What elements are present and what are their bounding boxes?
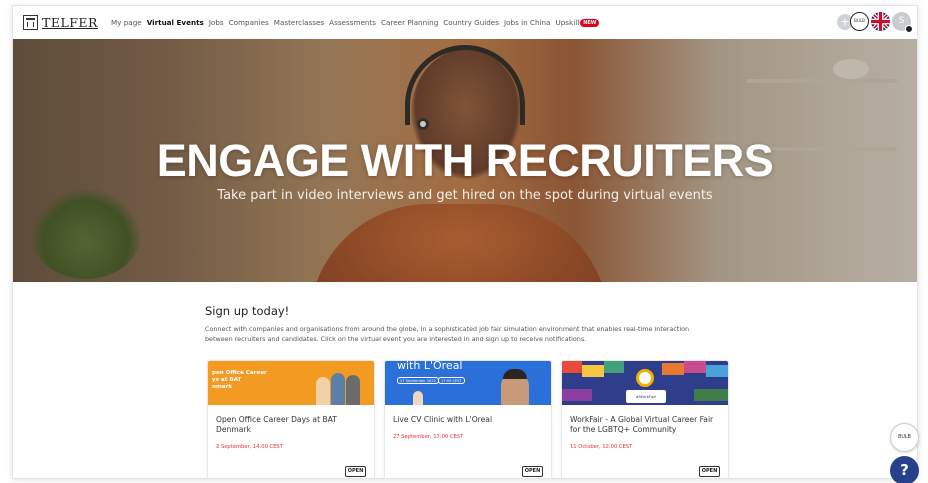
hero-title: ENGAGE WITH RECRUITERS [156,135,774,186]
event-date: 2 September, 14:00 CEST [216,444,283,450]
event-title[interactable]: Open Office Career Days at BAT Denmark [216,415,366,435]
decor-block [694,389,728,401]
main-menu: My page Virtual Events Jobs Companies Ma… [111,18,604,27]
signup-heading: Sign up today! [205,304,290,318]
new-badge: NEW [580,19,600,27]
event-title[interactable]: Live CV Clinic with L'Oreal [393,415,543,425]
hero-subtitle: Take part in video interviews and get hi… [217,188,713,203]
browser-frame: TELFER My page Virtual Events Jobs Compa… [12,5,918,479]
decor-block [684,361,706,373]
hero-banner: ENGAGE WITH RECRUITERS Take part in vide… [13,39,917,282]
open-button[interactable]: OPEN [522,466,543,477]
nav-item-jobs[interactable]: Jobs [209,18,224,27]
event-card[interactable]: with L'Oreal 27 September 2022 17:00 CES… [384,360,552,478]
event-time-chip: 17:00 CEST [438,377,465,384]
decor-block [662,363,684,375]
avatar-status-icon [905,25,913,33]
nav-item-jobs-in-china[interactable]: Jobs in China [504,18,550,27]
nav-item-companies[interactable]: Companies [229,18,269,27]
nav-item-upskill-label: Upskill [555,18,580,27]
logo-text: TELFER [42,15,98,30]
decor-block [562,389,592,401]
workfair-logo: #WorkFair [626,390,666,403]
event-card[interactable]: pen Office Career ys at BAT nmark Open O… [207,360,375,478]
bulb-button[interactable]: BULB [850,12,869,31]
person-figure [316,377,330,405]
nav-item-upskill[interactable]: Upskill NEW [555,18,600,27]
nav-right-controls: + BULB S [837,12,913,33]
top-nav: TELFER My page Virtual Events Jobs Compa… [13,6,917,39]
decor-block [706,365,728,377]
bulb-floating-button[interactable]: BULB [890,423,919,452]
open-button[interactable]: OPEN [699,466,720,477]
event-card[interactable]: #WorkFair WorkFair - A Global Virtual Ca… [561,360,729,478]
event-date: 11 October, 12:00 CEST [570,444,633,450]
decor-block [604,361,624,373]
signup-description: Connect with companies and organisations… [205,325,690,343]
event-image-workfair: #WorkFair [562,361,728,405]
telfer-logo[interactable]: TELFER [23,15,98,30]
person-figure [331,373,345,405]
user-avatar[interactable]: S [892,12,913,33]
event-date: 27 September, 17:00 CEST [393,434,464,440]
avatar-initial: S [898,16,905,26]
nav-item-assessments[interactable]: Assessments [329,18,376,27]
event-title[interactable]: WorkFair - A Global Virtual Career Fair … [570,415,720,435]
bulb-label: BULB [898,435,911,440]
decor-block [562,361,582,373]
event-image-text: pen Office Career ys at BAT nmark [212,370,267,390]
building-icon [23,15,38,30]
event-image-bat: pen Office Career ys at BAT nmark [208,361,374,405]
uk-flag-icon[interactable] [871,12,890,31]
event-cards: pen Office Career ys at BAT nmark Open O… [207,360,738,478]
event-image-loreal: with L'Oreal 27 September 2022 17:00 CES… [385,361,551,405]
speaker-figure [413,391,423,405]
event-date-chip: 27 September 2022 [397,377,439,384]
workfair-emblem-icon [636,369,654,387]
nav-item-career-planning[interactable]: Career Planning [381,18,438,27]
help-button[interactable]: ? [890,456,919,483]
open-button[interactable]: OPEN [345,466,366,477]
person-figure [346,375,360,405]
nav-item-virtual-events[interactable]: Virtual Events [147,18,204,27]
speaker-hair [503,369,527,379]
nav-item-my-page[interactable]: My page [111,18,142,27]
decor-block [582,365,604,377]
event-image-text: with L'Oreal [397,361,463,372]
signup-section: Sign up today! Connect with companies an… [205,304,745,344]
nav-item-masterclasses[interactable]: Masterclasses [274,18,324,27]
nav-item-country-guides[interactable]: Country Guides [443,18,499,27]
